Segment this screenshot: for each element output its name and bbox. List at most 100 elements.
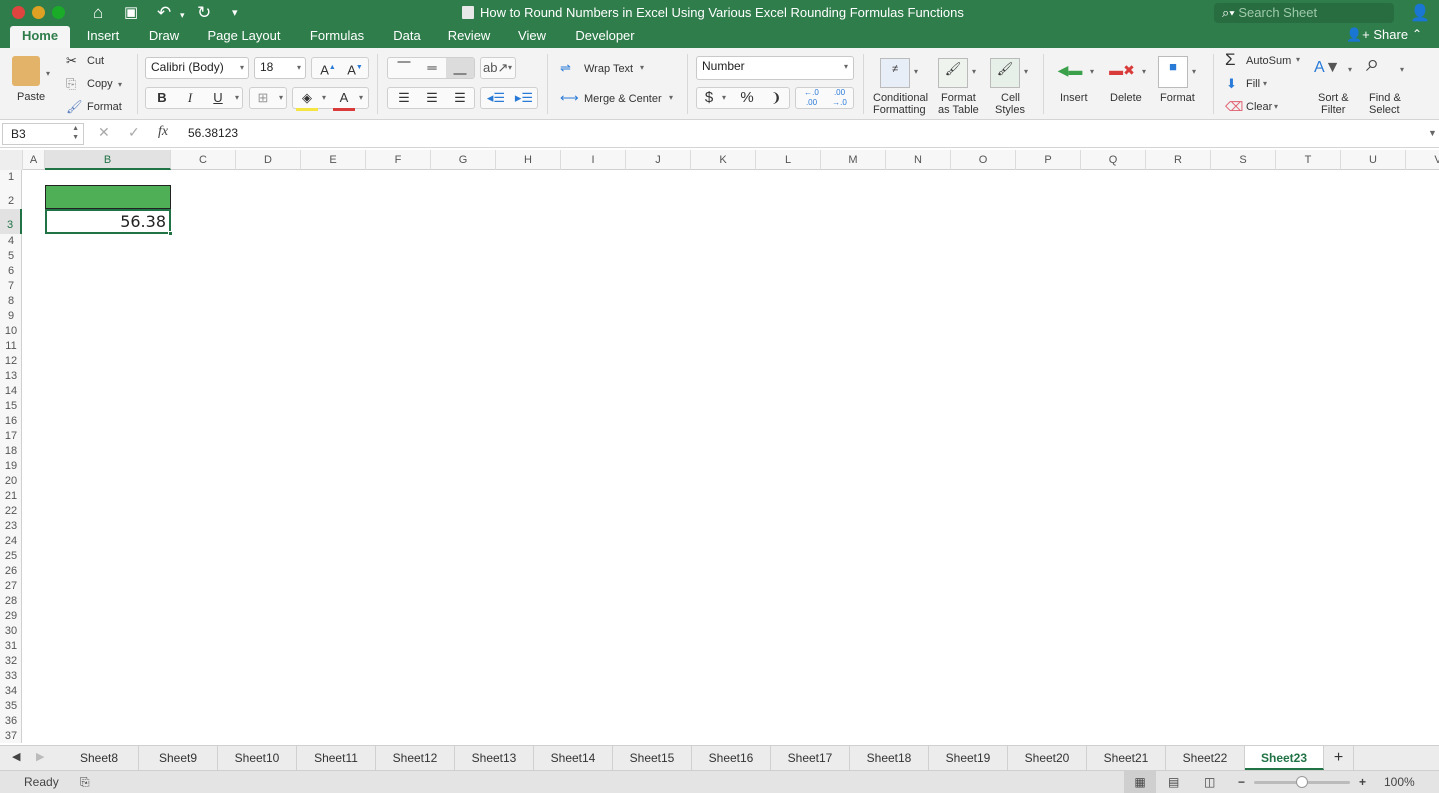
sheet-tab-sheet18[interactable]: Sheet18 (850, 746, 929, 770)
normal-view-icon[interactable]: ▦ (1124, 771, 1156, 793)
bold-button[interactable]: B (150, 88, 174, 108)
page-break-view-icon[interactable]: ◫ (1204, 775, 1215, 789)
row-header-17[interactable]: 17 (0, 429, 22, 444)
row-header-6[interactable]: 6 (0, 264, 22, 279)
row-header-12[interactable]: 12 (0, 354, 22, 369)
row-header-24[interactable]: 24 (0, 534, 22, 549)
enter-icon[interactable]: ✓ (128, 124, 140, 141)
close-window-button[interactable] (12, 6, 25, 19)
column-header-d[interactable]: D (236, 150, 301, 170)
underline-dropdown-icon[interactable]: ▾ (232, 88, 242, 108)
row-header-33[interactable]: 33 (0, 669, 22, 684)
increase-font-size-icon[interactable]: A▲ (315, 58, 341, 80)
tab-draw[interactable]: Draw (146, 26, 182, 48)
font-color-icon[interactable]: A (333, 88, 355, 111)
column-header-i[interactable]: I (561, 150, 626, 170)
tab-developer[interactable]: Developer (572, 26, 638, 48)
share-button[interactable]: 👤+ Share (1346, 27, 1408, 43)
row-header-13[interactable]: 13 (0, 369, 22, 384)
row-header-5[interactable]: 5 (0, 249, 22, 264)
sheet-tab-sheet14[interactable]: Sheet14 (534, 746, 613, 770)
sheet-tab-sheet17[interactable]: Sheet17 (771, 746, 850, 770)
tab-page-layout[interactable]: Page Layout (204, 26, 284, 48)
formula-input[interactable]: 56.38123 (188, 126, 238, 140)
scroll-tabs-right-icon[interactable]: ▶ (36, 750, 44, 763)
column-header-a[interactable]: A (23, 150, 45, 170)
copy-dropdown-icon[interactable]: ▾ (118, 75, 122, 95)
align-top-icon[interactable]: ⎺ (390, 58, 418, 78)
zoom-slider[interactable] (1254, 776, 1350, 788)
column-header-q[interactable]: Q (1081, 150, 1146, 170)
sheet-tab-sheet8[interactable]: Sheet8 (60, 746, 139, 770)
row-header-22[interactable]: 22 (0, 504, 22, 519)
comma-button[interactable]: ❩ (763, 88, 789, 108)
number-format-select[interactable]: Number ▾ (696, 56, 854, 80)
sheet-tab-sheet10[interactable]: Sheet10 (218, 746, 297, 770)
column-header-t[interactable]: T (1276, 150, 1341, 170)
align-bottom-icon[interactable]: ⎽ (446, 58, 474, 78)
sheet-tab-sheet19[interactable]: Sheet19 (929, 746, 1008, 770)
column-header-f[interactable]: F (366, 150, 431, 170)
column-header-u[interactable]: U (1341, 150, 1406, 170)
cell-b2[interactable] (45, 185, 171, 209)
fill-handle[interactable] (168, 231, 173, 236)
font-size-select[interactable]: 18 ▾ (254, 57, 306, 79)
row-header-36[interactable]: 36 (0, 714, 22, 729)
italic-button[interactable]: I (178, 88, 202, 108)
row-header-16[interactable]: 16 (0, 414, 22, 429)
zoom-slider-handle[interactable] (1296, 776, 1308, 788)
tab-formulas[interactable]: Formulas (307, 26, 367, 48)
name-box-stepper-icon[interactable]: ▲ ▼ (72, 124, 79, 142)
scroll-tabs-left-icon[interactable]: ◀ (12, 750, 20, 763)
font-color-dropdown-icon[interactable]: ▾ (357, 88, 365, 108)
row-header-15[interactable]: 15 (0, 399, 22, 414)
borders-button[interactable]: ⊞ ▾ (249, 87, 287, 109)
insert-function-icon[interactable]: fx (158, 124, 168, 140)
row-header-8[interactable]: 8 (0, 294, 22, 309)
undo-icon[interactable]: ↶ (157, 3, 171, 23)
column-header-l[interactable]: L (756, 150, 821, 170)
column-header-m[interactable]: M (821, 150, 886, 170)
add-sheet-button[interactable]: + (1324, 746, 1354, 770)
increase-indent-icon[interactable]: ▸☰ (511, 88, 537, 108)
row-header-10[interactable]: 10 (0, 324, 22, 339)
row-header-4[interactable]: 4 (0, 234, 22, 249)
select-all-button[interactable] (0, 150, 23, 170)
column-header-k[interactable]: K (691, 150, 756, 170)
column-header-n[interactable]: N (886, 150, 951, 170)
underline-button[interactable]: U (206, 88, 230, 108)
decrease-indent-icon[interactable]: ◂☰ (483, 88, 509, 108)
sheet-tab-sheet12[interactable]: Sheet12 (376, 746, 455, 770)
column-header-v[interactable]: V (1406, 150, 1439, 170)
sheet-tab-sheet21[interactable]: Sheet21 (1087, 746, 1166, 770)
row-header-1[interactable]: 1 (0, 170, 22, 185)
row-header-3[interactable]: 3 (0, 209, 22, 234)
row-header-7[interactable]: 7 (0, 279, 22, 294)
sheet-tab-sheet20[interactable]: Sheet20 (1008, 746, 1087, 770)
row-header-14[interactable]: 14 (0, 384, 22, 399)
row-header-27[interactable]: 27 (0, 579, 22, 594)
align-middle-icon[interactable]: ═ (418, 58, 446, 78)
align-right-icon[interactable]: ☰ (446, 88, 474, 108)
row-header-9[interactable]: 9 (0, 309, 22, 324)
column-header-b[interactable]: B (45, 150, 171, 170)
undo-dropdown-icon[interactable]: ▾ (180, 5, 185, 25)
row-header-19[interactable]: 19 (0, 459, 22, 474)
column-header-j[interactable]: J (626, 150, 691, 170)
orientation-button[interactable]: ab↗ ▾ (480, 57, 516, 79)
profile-icon[interactable]: 👤 (1410, 3, 1430, 23)
column-header-c[interactable]: C (171, 150, 236, 170)
percent-button[interactable]: % (733, 88, 761, 108)
minimize-window-button[interactable] (32, 6, 45, 19)
tab-insert[interactable]: Insert (82, 26, 124, 48)
row-header-29[interactable]: 29 (0, 609, 22, 624)
column-header-o[interactable]: O (951, 150, 1016, 170)
column-header-h[interactable]: H (496, 150, 561, 170)
font-name-select[interactable]: Calibri (Body) ▾ (145, 57, 249, 79)
currency-dropdown-icon[interactable]: ▾ (719, 88, 729, 108)
fill-color-dropdown-icon[interactable]: ▾ (320, 88, 328, 108)
row-header-23[interactable]: 23 (0, 519, 22, 534)
row-header-35[interactable]: 35 (0, 699, 22, 714)
sheet-tab-sheet23[interactable]: Sheet23 (1245, 746, 1324, 770)
row-header-31[interactable]: 31 (0, 639, 22, 654)
